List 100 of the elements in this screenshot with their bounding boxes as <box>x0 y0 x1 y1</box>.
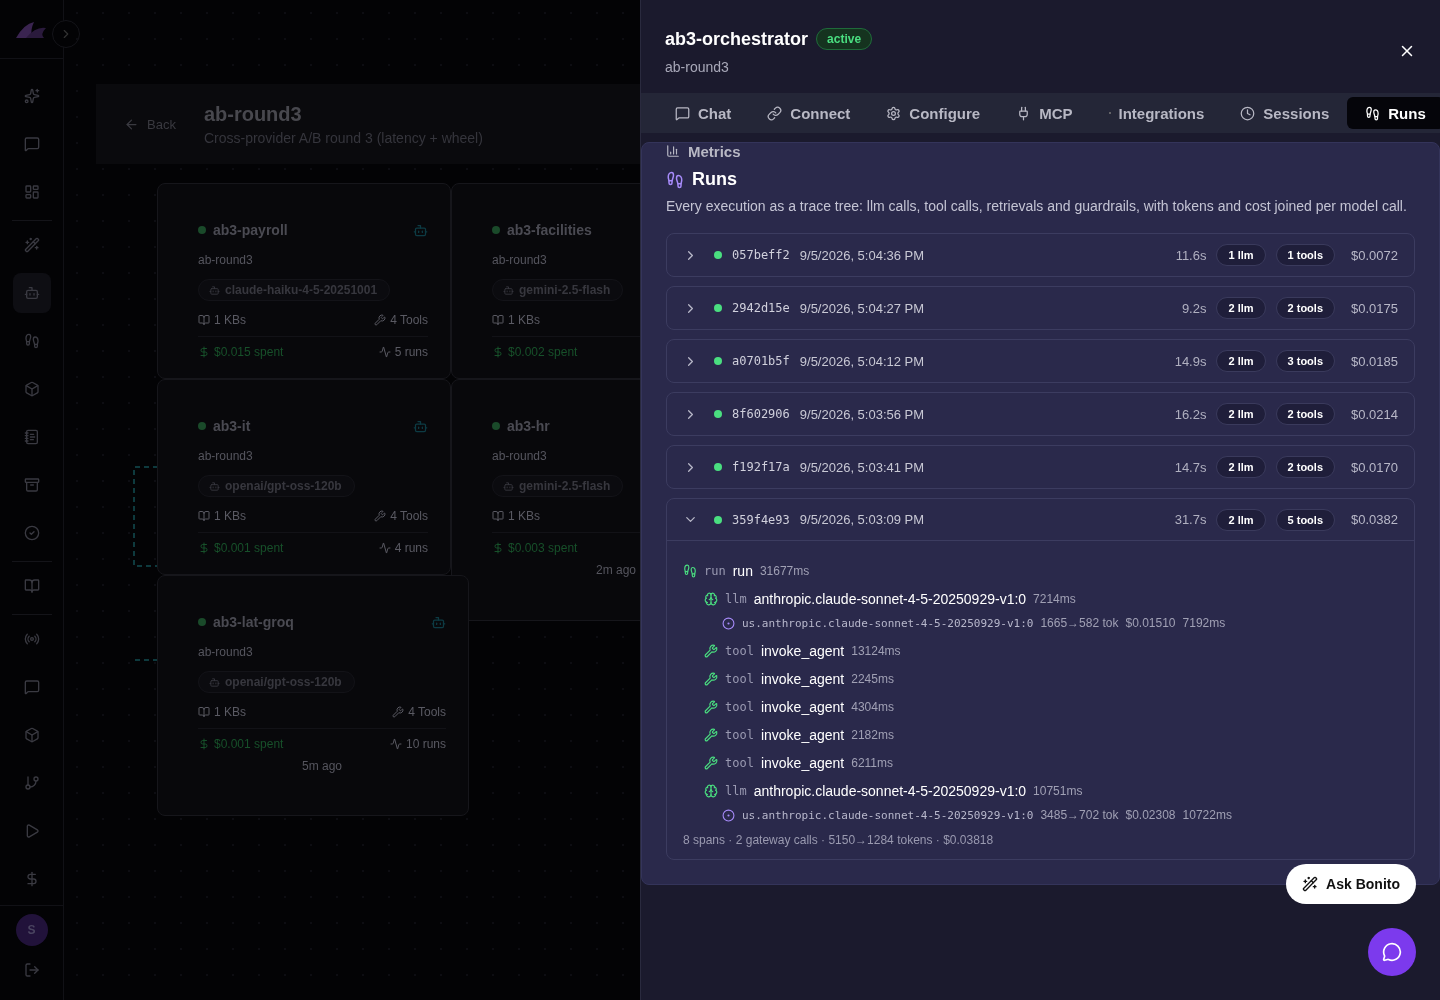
robot-icon <box>23 285 40 301</box>
chat-button[interactable] <box>1368 928 1416 976</box>
wrench-icon <box>374 314 387 326</box>
tab[interactable]: Metrics <box>666 139 741 163</box>
cube-icon <box>23 381 40 397</box>
page-title: ab-round3 <box>203 102 303 126</box>
tab[interactable]: Sessions <box>1222 97 1348 129</box>
sidebar-item[interactable] <box>12 273 51 313</box>
llm-count: 1 llm <box>1216 244 1266 266</box>
activity-icon <box>378 542 391 554</box>
tab[interactable]: Connect <box>749 97 869 129</box>
gateway-icon <box>722 808 735 822</box>
knowledge-count: 1 KBs <box>198 509 246 523</box>
tool-count: 1 tools <box>1275 244 1335 266</box>
ask-assistant-button[interactable]: Ask Bonito <box>1286 864 1416 904</box>
run-cost: $0.0170 <box>1351 459 1398 475</box>
footprints-icon <box>666 170 684 189</box>
chat-icon <box>675 105 690 121</box>
book-icon <box>198 706 210 718</box>
status-dot <box>198 226 206 234</box>
agent-name: ab3-facilities <box>507 222 592 238</box>
spend-amount: $0.001 spent <box>198 541 284 555</box>
tab[interactable]: MCP <box>998 97 1091 129</box>
llm-count: 2 llm <box>1216 456 1266 478</box>
agent-name: ab3-hr <box>507 418 550 434</box>
run-count: 5 runs <box>378 345 428 359</box>
span-type: tool <box>725 644 754 658</box>
footprints-icon <box>683 564 697 578</box>
activity-icon <box>378 346 391 358</box>
project-name: ab-round3 <box>665 59 730 75</box>
span-duration: 2182ms <box>851 728 894 742</box>
activity-icon <box>389 738 402 750</box>
run-duration: 14.9s <box>1174 353 1207 369</box>
tool-count: 5 tools <box>1275 508 1335 531</box>
run-time: 9/5/2026, 5:04:36 PM <box>799 247 926 263</box>
run-row[interactable]: 057beff2 9/5/2026, 5:04:36 PM 11.6s 1 llm 1 tools $0.0072 <box>667 234 1414 276</box>
tab[interactable]: Runs <box>1347 97 1440 129</box>
span-duration: 10722ms <box>1182 808 1232 822</box>
wrench-icon <box>704 756 718 770</box>
run-row[interactable]: 2942d15e 9/5/2026, 5:04:27 PM 9.2s 2 llm 2 tools $0.0175 <box>667 287 1414 329</box>
status-dot <box>198 422 206 430</box>
span-type: tool <box>725 728 754 742</box>
run-row[interactable]: 8f602906 9/5/2026, 5:03:56 PM 16.2s 2 llm 2 tools $0.0214 <box>667 393 1414 435</box>
tool-count: 2 tools <box>1275 297 1335 319</box>
spend-amount: $0.002 spent <box>492 345 578 359</box>
robot-icon <box>431 614 446 630</box>
agent-title: ab3-orchestrator <box>665 28 809 50</box>
llm-count: 2 llm <box>1216 350 1266 372</box>
knowledge-count: 1 KBs <box>198 313 246 327</box>
brain-icon <box>704 592 718 606</box>
run-row[interactable]: 359f4e93 9/5/2026, 5:03:09 PM 31.7s 2 llm 5 tools $0.0382 <box>667 499 1414 541</box>
book-icon <box>198 510 210 522</box>
link-icon <box>767 105 783 121</box>
wrench-icon <box>704 728 718 742</box>
spend-amount: $0.001 spent <box>198 737 284 751</box>
span-name: anthropic.claude-sonnet-4-5-20250929-v1:0 <box>753 783 1027 799</box>
branch-icon <box>23 775 40 791</box>
tab[interactable]: Configure <box>868 97 999 129</box>
cube-icon <box>23 727 40 743</box>
status-dot <box>714 463 722 471</box>
span-name: invoke_agent <box>760 671 845 687</box>
tool-count: 4 Tools <box>374 509 428 523</box>
spend-amount: $0.015 spent <box>198 345 284 359</box>
span-name: invoke_agent <box>760 643 845 659</box>
status-dot <box>714 304 722 312</box>
updated-time: 2m ago <box>596 563 636 577</box>
run-row[interactable]: a0701b5f 9/5/2026, 5:04:12 PM 14.9s 2 llm 3 tools $0.0185 <box>667 340 1414 382</box>
tool-count: 4 Tools <box>374 313 428 327</box>
run-cost: $0.0072 <box>1351 247 1398 263</box>
dollar-icon <box>198 738 210 750</box>
broadcast-icon <box>23 631 40 647</box>
span-type: tool <box>725 700 754 714</box>
span-name: invoke_agent <box>760 755 845 771</box>
project-name: ab-round3 <box>492 253 547 267</box>
status-dot <box>492 226 500 234</box>
chat-icon <box>23 679 40 695</box>
dollar-icon <box>492 542 504 554</box>
gear-icon <box>886 105 902 121</box>
knowledge-count: 1 KBs <box>492 509 540 523</box>
status-dot <box>714 410 722 418</box>
llm-count: 2 llm <box>1216 297 1266 319</box>
check-circle-icon <box>23 525 40 541</box>
knowledge-count: 1 KBs <box>492 313 540 327</box>
expand-button[interactable] <box>52 20 80 48</box>
span-name: run <box>732 563 753 579</box>
robot-icon <box>503 480 514 492</box>
tab[interactable]: Integrations <box>1090 97 1223 129</box>
run-row[interactable]: f192f17a 9/5/2026, 5:03:41 PM 14.7s 2 llm 2 tools $0.0170 <box>667 446 1414 488</box>
span-cost: $0.02308 <box>1125 808 1176 822</box>
token-count: 3485→702 tok <box>1040 808 1119 822</box>
footprints-icon <box>23 333 40 349</box>
run-cost: $0.0382 <box>1351 512 1398 527</box>
tab[interactable]: Chat <box>657 97 750 129</box>
project-name: ab-round3 <box>198 645 253 659</box>
run-duration: 31.7s <box>1174 512 1207 527</box>
run-duration: 16.2s <box>1174 406 1207 422</box>
logout-icon[interactable] <box>23 962 40 978</box>
robot-icon <box>413 222 428 238</box>
status-dot <box>714 251 722 259</box>
llm-count: 2 llm <box>1216 508 1266 531</box>
